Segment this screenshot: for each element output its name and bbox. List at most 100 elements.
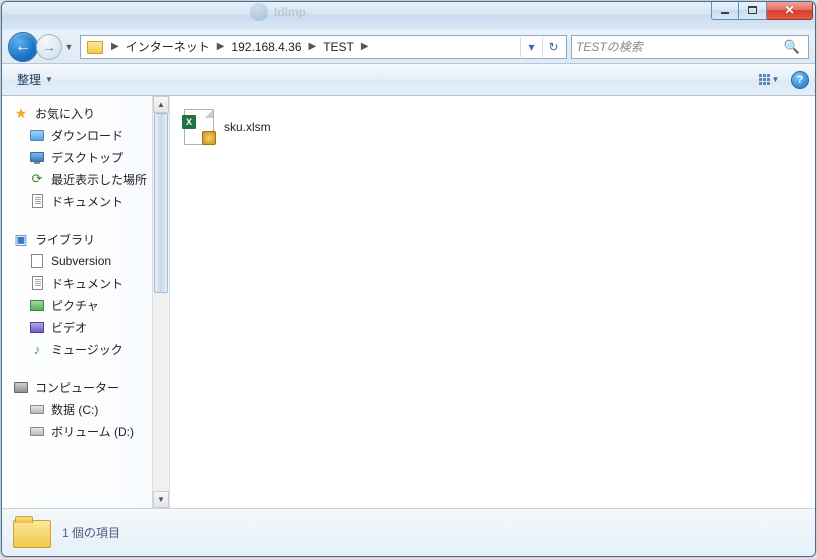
details-pane: 1 個の項目 [2, 508, 815, 556]
file-item[interactable]: X sku.xlsm [180, 106, 380, 148]
address-bar[interactable]: ▶ インターネット ▶ 192.168.4.36 ▶ TEST ▶ ▾ ↻ [80, 35, 567, 59]
sidebar-item-drive-c[interactable]: 数据 (C:) [2, 398, 169, 420]
explorer-window: IdImp ✕ ← → ▼ ▶ インターネット ▶ 192.168.4.36 ▶… [1, 1, 816, 557]
forward-button[interactable]: → [36, 34, 62, 60]
help-button[interactable]: ? [791, 71, 809, 89]
drive-icon [28, 401, 46, 417]
breadcrumb-segment[interactable]: インターネット [123, 38, 213, 55]
organize-button[interactable]: 整理 ▼ [8, 68, 62, 92]
libraries-icon: ▣ [12, 231, 30, 247]
breadcrumb-separator-icon[interactable]: ▶ [213, 41, 229, 52]
sidebar-item-libraries[interactable]: ▣ ライブラリ [2, 228, 169, 250]
sidebar-item-label: ボリューム (D:) [51, 423, 134, 440]
sidebar-item-label: ダウンロード [51, 127, 123, 144]
folder-icon [12, 516, 52, 550]
maximize-button[interactable] [739, 1, 767, 20]
sidebar-item-label: ピクチャ [51, 297, 99, 314]
item-count-label: 1 個の項目 [62, 524, 120, 541]
window-controls: ✕ [711, 1, 813, 20]
dropdown-button[interactable]: ▾ [520, 37, 542, 57]
scroll-thumb[interactable] [154, 113, 168, 293]
desktop-icon [28, 149, 46, 165]
view-options-button[interactable]: ▼ [755, 70, 783, 90]
minimize-icon [721, 12, 729, 14]
chevron-down-icon: ▼ [45, 75, 53, 84]
sidebar-item-documents[interactable]: ドキュメント [2, 190, 169, 212]
sidebar-scrollbar[interactable]: ▲ ▼ [152, 96, 169, 508]
sidebar-item-label: ライブラリ [35, 231, 95, 248]
videos-icon [28, 319, 46, 335]
sidebar-item-label: 最近表示した場所 [51, 171, 147, 188]
file-name-label: sku.xlsm [224, 120, 271, 134]
navigation-bar: ← → ▼ ▶ インターネット ▶ 192.168.4.36 ▶ TEST ▶ … [2, 30, 815, 64]
sidebar-item-downloads[interactable]: ダウンロード [2, 124, 169, 146]
search-input[interactable] [576, 40, 780, 54]
history-dropdown[interactable]: ▼ [62, 42, 76, 52]
search-icon[interactable]: 🔍 [780, 39, 804, 55]
favorites-group: ★お気に入り ダウンロード デスクトップ ⟳ 最近表示した場所 ドキュメント [2, 102, 169, 212]
refresh-button[interactable]: ↻ [542, 37, 564, 57]
breadcrumb-separator-icon[interactable]: ▶ [107, 41, 123, 52]
sidebar-item-favorites[interactable]: ★お気に入り [2, 102, 169, 124]
ghost-icon [250, 3, 268, 21]
sidebar-item-label: ドキュメント [51, 193, 123, 210]
titlebar[interactable]: IdImp ✕ [2, 2, 815, 30]
chevron-down-icon: ▾ [528, 40, 534, 54]
drive-icon [28, 423, 46, 439]
background-window-ghost: IdImp [250, 3, 306, 21]
scroll-down-button[interactable]: ▼ [153, 491, 169, 508]
excel-macro-file-icon: X [182, 109, 218, 145]
recent-icon: ⟳ [28, 171, 46, 187]
sidebar-item-label: Subversion [51, 254, 111, 268]
search-box[interactable]: 🔍 [571, 35, 809, 59]
breadcrumb-segment[interactable]: TEST [320, 40, 357, 54]
document-icon [28, 275, 46, 291]
sidebar-item-computer[interactable]: コンピューター [2, 376, 169, 398]
body-area: ★お気に入り ダウンロード デスクトップ ⟳ 最近表示した場所 ドキュメント ▣ ラ… [2, 96, 815, 508]
downloads-icon [28, 127, 46, 143]
sidebar-item-music[interactable]: ♪ ミュージック [2, 338, 169, 360]
sidebar-item-label: ドキュメント [51, 275, 123, 292]
arrow-left-icon: ← [15, 38, 31, 56]
back-button[interactable]: ← [8, 32, 38, 62]
sidebar-item-videos[interactable]: ビデオ [2, 316, 169, 338]
close-icon: ✕ [784, 3, 794, 17]
folder-icon [86, 39, 104, 55]
sidebar-item-drive-d[interactable]: ボリューム (D:) [2, 420, 169, 442]
ghost-text: IdImp [274, 5, 306, 19]
nav-buttons: ← → ▼ [8, 32, 76, 62]
scroll-up-button[interactable]: ▲ [153, 96, 169, 113]
sidebar-item-subversion[interactable]: Subversion [2, 250, 169, 272]
computer-group: コンピューター 数据 (C:) ボリューム (D:) [2, 376, 169, 442]
sidebar-item-label: ミュージック [51, 341, 123, 358]
refresh-icon: ↻ [548, 40, 558, 54]
document-icon [28, 193, 46, 209]
arrow-right-icon: → [42, 39, 56, 55]
command-bar: 整理 ▼ ▼ ? [2, 64, 815, 96]
sidebar-item-pictures[interactable]: ピクチャ [2, 294, 169, 316]
close-button[interactable]: ✕ [767, 1, 813, 20]
breadcrumb-separator-icon[interactable]: ▶ [305, 41, 321, 52]
file-list-area[interactable]: X sku.xlsm [170, 96, 815, 508]
chevron-down-icon: ▼ [772, 75, 780, 84]
sidebar-item-label: デスクトップ [51, 149, 123, 166]
toolbar-right: ▼ ? [755, 70, 809, 90]
sidebar-item-desktop[interactable]: デスクトップ [2, 146, 169, 168]
sidebar-item-label: 数据 (C:) [51, 401, 98, 418]
star-icon: ★ [12, 105, 30, 121]
organize-label: 整理 [17, 71, 41, 88]
breadcrumb-separator-icon[interactable]: ▶ [357, 41, 373, 52]
sidebar-item-label: ビデオ [51, 319, 87, 336]
breadcrumb-segment[interactable]: 192.168.4.36 [228, 40, 304, 54]
subversion-icon [28, 253, 46, 269]
view-grid-icon [759, 74, 770, 85]
maximize-icon [748, 6, 757, 14]
libraries-group: ▣ ライブラリ Subversion ドキュメント ピクチャ ビデオ ♪ ミュージッ… [2, 228, 169, 360]
sidebar-item-recent[interactable]: ⟳ 最近表示した場所 [2, 168, 169, 190]
minimize-button[interactable] [711, 1, 739, 20]
sidebar-item-label: コンピューター [35, 379, 119, 396]
sidebar-item-documents-lib[interactable]: ドキュメント [2, 272, 169, 294]
navigation-pane[interactable]: ★お気に入り ダウンロード デスクトップ ⟳ 最近表示した場所 ドキュメント ▣ ラ… [2, 96, 170, 508]
computer-icon [12, 379, 30, 395]
music-icon: ♪ [28, 341, 46, 357]
